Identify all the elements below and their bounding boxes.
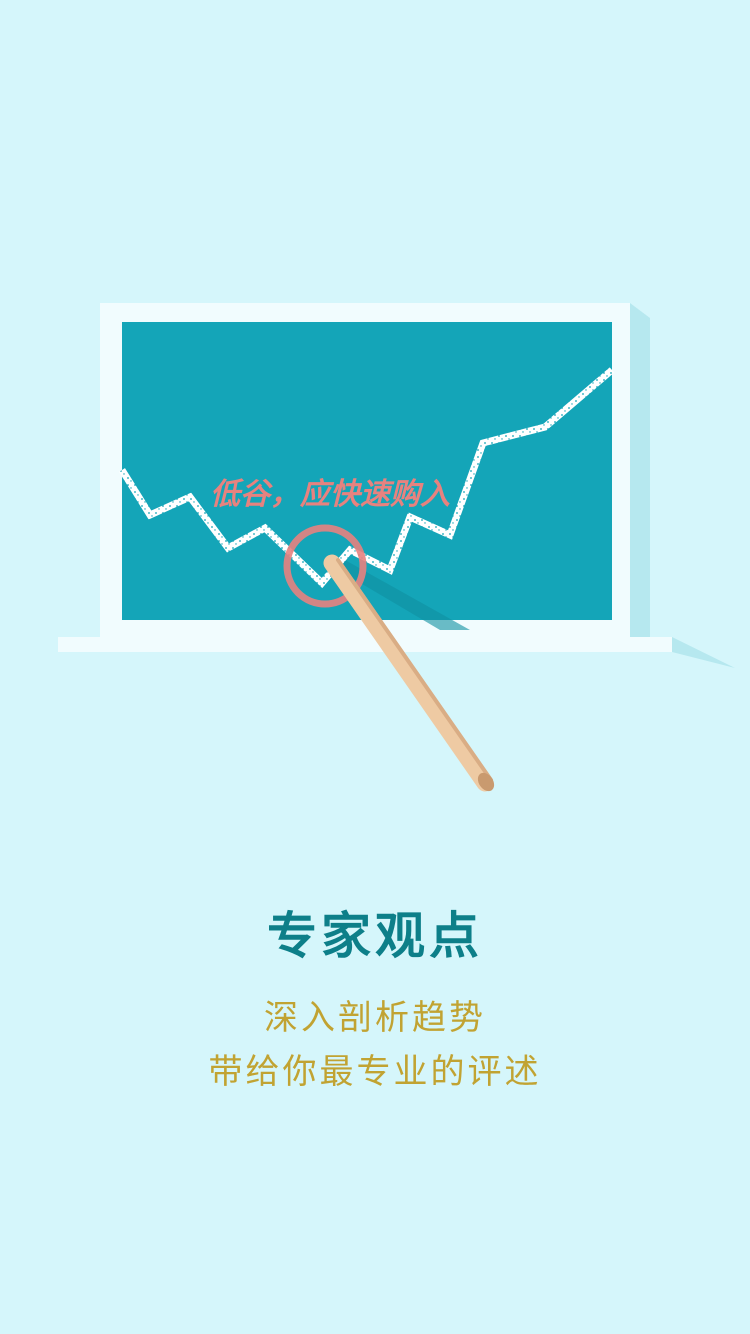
subtitle-line-2: 带给你最专业的评述 — [208, 1052, 542, 1092]
subtitle-line-1: 深入剖析趋势 — [264, 998, 486, 1038]
chalkboard-illustration: 低谷，应快速购入 — [58, 303, 735, 792]
board-annotation: 低谷，应快速购入 — [210, 477, 450, 512]
ledge-shadow — [672, 637, 735, 668]
page-heading: 专家观点 — [267, 907, 483, 965]
board-ledge — [58, 637, 672, 652]
board-shadow — [630, 303, 650, 650]
